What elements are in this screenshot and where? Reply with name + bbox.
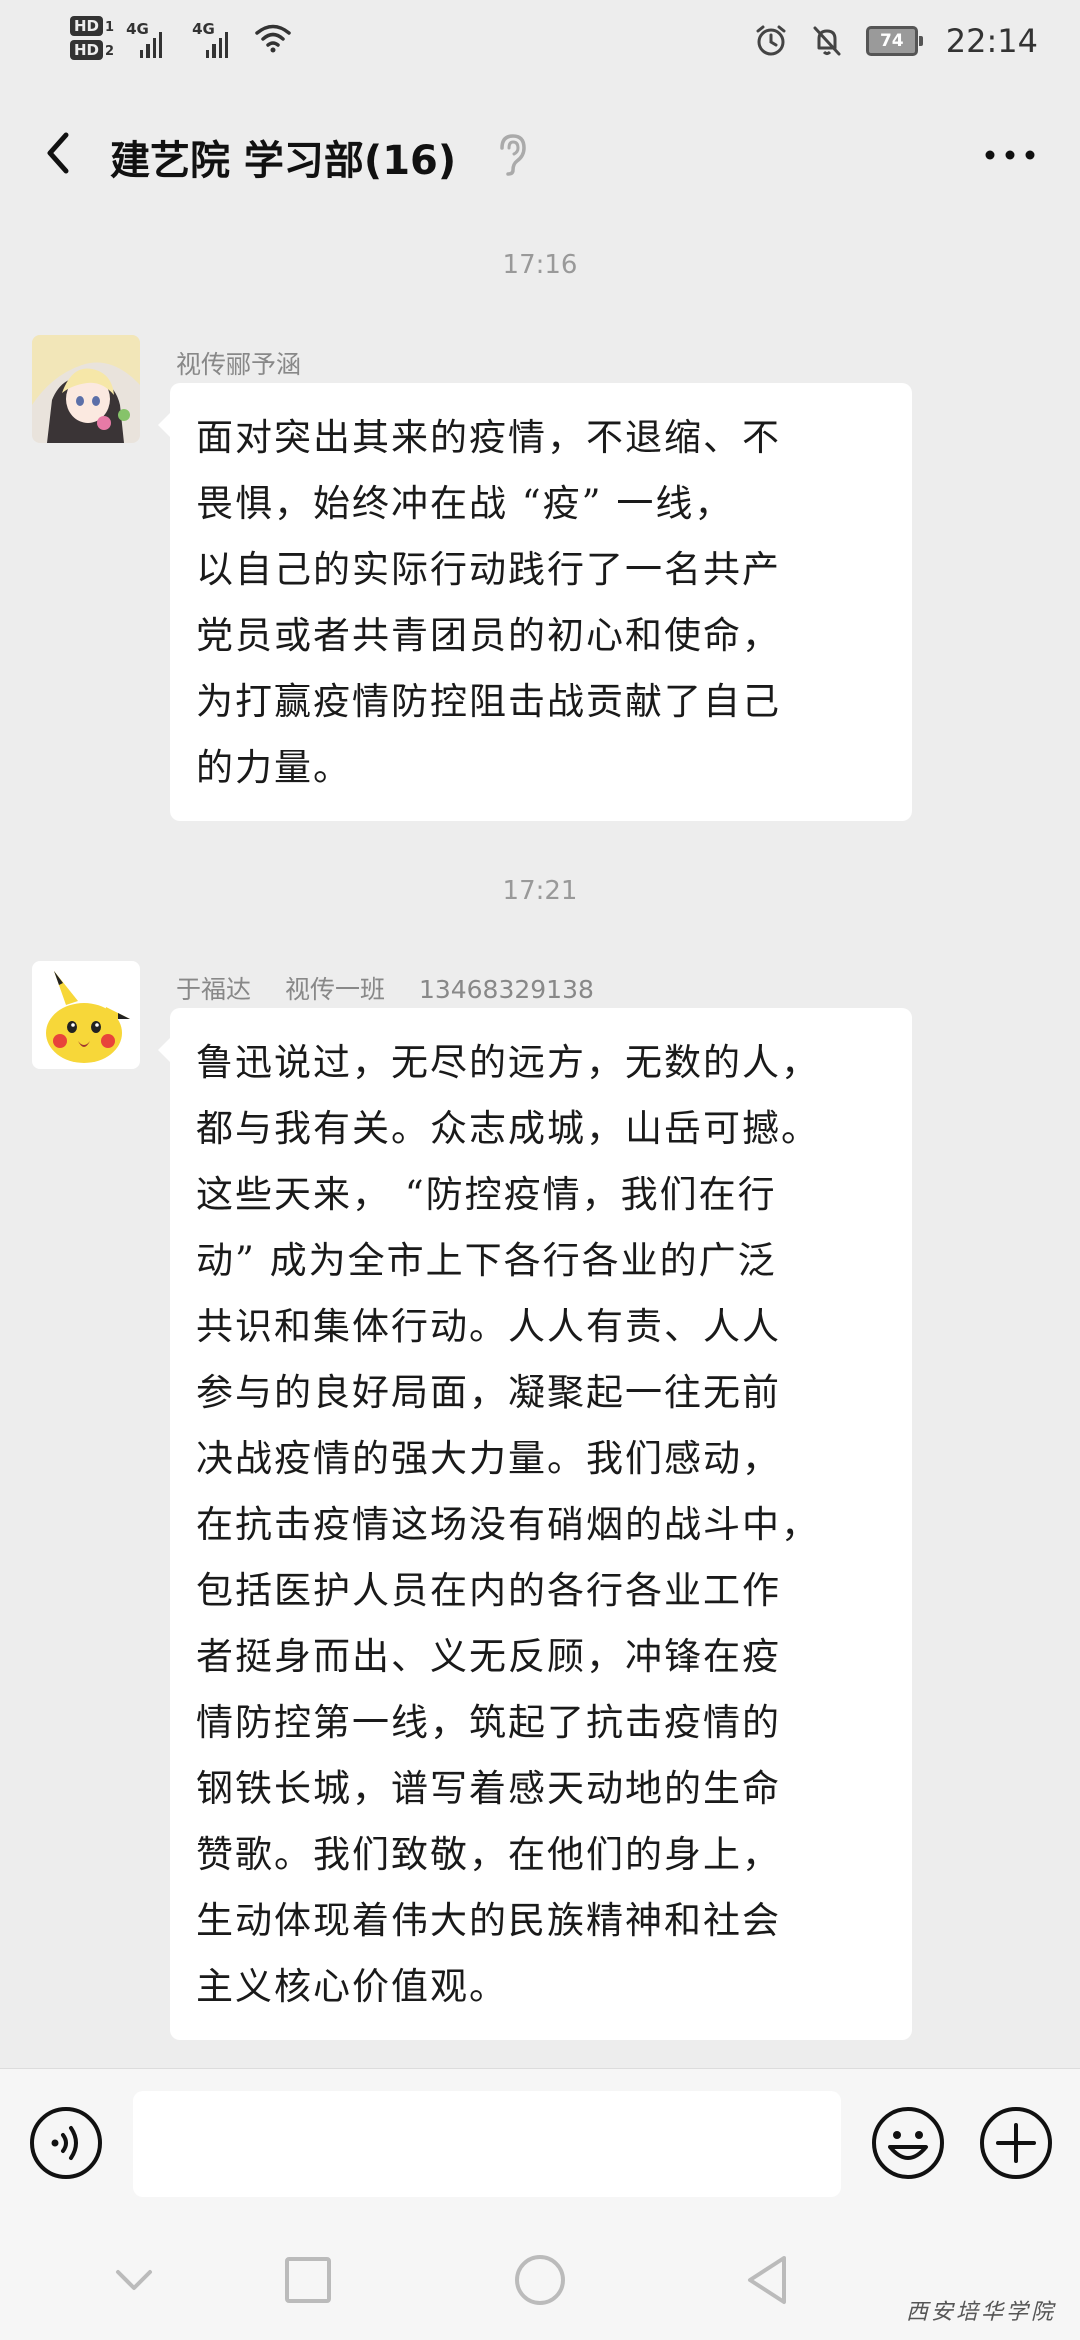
more-functions-button[interactable] <box>978 2105 1054 2181</box>
message-bubble[interactable]: 面对突出其来的疫情，不退缩、不 畏惧，始终冲在战 “疫” 一线， 以自己的实际行… <box>158 383 912 821</box>
avatar[interactable] <box>32 335 140 443</box>
watermark: 西安培华学院 <box>905 2300 1056 2325</box>
status-right: 74 22:14 <box>754 22 1038 60</box>
sender-phone-text: 13468329138 <box>418 975 594 1004</box>
message-line: 动” 成为全市上下各行各业的广泛 <box>196 1239 777 1282</box>
message-line: 这些天来， “防控疫情，我们在行 <box>196 1173 777 1216</box>
pikachu-avatar-icon <box>32 961 140 1069</box>
network-2-label: 4G <box>192 20 215 38</box>
message-line: 参与的良好局面，凝聚起一往无前 <box>196 1371 781 1414</box>
message-timestamp: 17:21 <box>502 876 578 906</box>
message-line: 生动体现着伟大的民族精神和社会 <box>196 1899 781 1942</box>
sender-class-text: 视传一班 <box>284 975 385 1004</box>
mute-bell-icon <box>813 26 841 56</box>
message-line: 赞歌。我们致敬，在他们的身上， <box>196 1833 781 1876</box>
message-line: 面对突出其来的疫情，不退缩、不 <box>196 416 781 459</box>
system-navigation-bar: 西安培华学院 <box>0 2220 1080 2340</box>
message-line: 都与我有关。众志成城，山岳可撼。 <box>196 1107 820 1150</box>
message-line: 畏惧，始终冲在战 “疫” 一线， <box>196 482 734 525</box>
message-input[interactable] <box>133 2091 841 2197</box>
voice-input-button[interactable] <box>28 2105 104 2181</box>
hd2-indicator: HD 2 <box>70 40 114 60</box>
status-bar: HD 1 HD 2 4G 4G 74 22:14 <box>0 0 1080 90</box>
message-line: 决战疫情的强大力量。我们感动， <box>196 1437 781 1480</box>
sender-name: 于福达 视传一班 13468329138 <box>176 970 620 1006</box>
network-1-label: 4G <box>126 20 149 38</box>
hd1-sub: 1 <box>105 20 115 35</box>
hd-indicators: HD 1 HD 2 <box>70 16 114 60</box>
message-line: 主义核心价值观。 <box>196 1965 508 2008</box>
chat-header: 建艺院 学习部(16) <box>0 90 1080 220</box>
emoji-button[interactable] <box>870 2105 946 2181</box>
signal-1-icon: 4G <box>126 18 163 58</box>
sender-name-text: 于福达 <box>176 975 252 1004</box>
message-timestamp: 17:16 <box>502 250 578 280</box>
hd2-badge: HD <box>70 40 104 60</box>
ear-icon <box>500 134 526 176</box>
anime-girl-avatar-icon <box>32 335 140 443</box>
battery-indicator: 74 <box>865 26 923 56</box>
hd1-badge: HD <box>70 16 104 36</box>
message-line: 党员或者共青团员的初心和使命， <box>196 614 781 657</box>
chat-title: 建艺院 学习部(16) <box>110 138 457 184</box>
message-line: 鲁迅说过，无尽的远方，无数的人， <box>196 1041 820 1084</box>
status-time: 22:14 <box>945 22 1038 60</box>
back-button[interactable] <box>30 123 90 183</box>
message-input-bar <box>0 2068 1080 2221</box>
message-line: 在抗击疫情这场没有硝烟的战斗中， <box>196 1503 820 1546</box>
hd2-sub: 2 <box>105 44 115 59</box>
nav-back-button[interactable] <box>738 2250 798 2310</box>
message-line: 情防控第一线，筑起了抗击疫情的 <box>196 1701 781 1744</box>
message-line: 钢铁长城，谱写着感天动地的生命 <box>196 1767 781 1810</box>
message-line: 者挺身而出、义无反顾，冲锋在疫 <box>196 1635 781 1678</box>
message-line: 共识和集体行动。人人有责、人人 <box>196 1305 781 1348</box>
sender-name-text: 视传郦予涵 <box>176 350 302 379</box>
more-options-button[interactable] <box>980 135 1040 175</box>
message-line: 的力量。 <box>196 746 352 789</box>
hd1-indicator: HD 1 <box>70 16 114 36</box>
message-line: 为打赢疫情防控阻击战贡献了自己 <box>196 680 781 723</box>
sender-name: 视传郦予涵 <box>176 345 327 381</box>
home-button[interactable] <box>510 2250 570 2310</box>
recent-apps-button[interactable] <box>278 2250 338 2310</box>
signal-2-icon: 4G <box>192 18 229 58</box>
alarm-icon <box>756 25 786 56</box>
message-line: 包括医护人员在内的各行各业工作 <box>196 1569 781 1612</box>
wifi-icon <box>255 24 291 53</box>
status-left: HD 1 HD 2 4G 4G <box>70 16 292 60</box>
avatar[interactable] <box>32 961 140 1069</box>
message-line: 以自己的实际行动践行了一名共产 <box>196 548 781 591</box>
chevron-down-icon[interactable] <box>104 2250 164 2310</box>
message-bubble[interactable]: 鲁迅说过，无尽的远方，无数的人， 都与我有关。众志成城，山岳可撼。 这些天来， … <box>158 1008 912 2040</box>
